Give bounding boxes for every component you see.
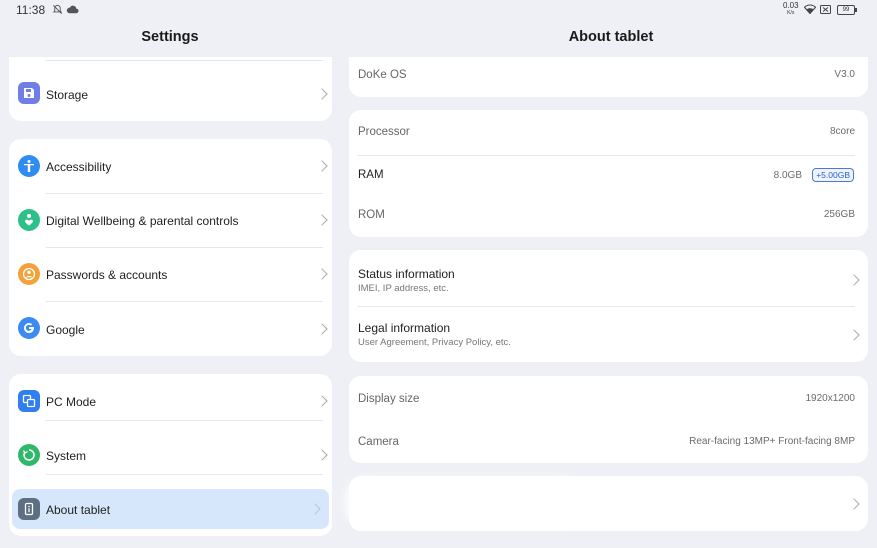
status-information-title: Status information: [358, 267, 455, 281]
chevron-right-icon: [316, 268, 328, 280]
sidebar-item-label: Passwords & accounts: [46, 268, 168, 282]
os-value: V3.0: [834, 69, 855, 80]
display-size-value: 1920x1200: [805, 393, 856, 404]
chevron-right-icon: [848, 329, 860, 341]
legal-information-title: Legal information: [358, 321, 451, 335]
settings-title: Settings: [141, 29, 199, 45]
chevron-right-icon: [848, 274, 860, 286]
ram-row: RAM 8.0GB +5.00GB: [349, 155, 868, 197]
display-size-row: Display size 1920x1200: [349, 376, 868, 420]
pc-mode-icon: [18, 390, 40, 412]
ram-expansion-badge[interactable]: +5.00GB: [812, 168, 854, 182]
about-tablet-icon: [18, 498, 40, 520]
status-time: 11:38: [16, 3, 46, 17]
redaction-overlay: [345, 478, 585, 526]
rom-row: ROM 256GB: [349, 197, 868, 237]
processor-row: Processor 8core: [349, 110, 868, 155]
storage-icon: [18, 82, 40, 104]
sidebar-item-label: PC Mode: [46, 395, 97, 409]
hardware-card: Processor 8core RAM 8.0GB +5.00GB ROM 25…: [349, 110, 868, 237]
notifications-off-icon: [52, 4, 63, 14]
cloud-icon: [66, 5, 79, 14]
rom-label: ROM: [358, 209, 385, 221]
chevron-right-icon: [316, 449, 328, 461]
chevron-right-icon: [848, 498, 860, 510]
sidebar-item-label: Digital Wellbeing & parental controls: [46, 214, 239, 228]
settings-group-storage: Storage: [9, 57, 332, 121]
sidebar-item-digital-wellbeing[interactable]: Digital Wellbeing & parental controls: [9, 193, 332, 247]
ram-value: 8.0GB: [773, 170, 802, 181]
os-label: DoKe OS: [358, 69, 407, 81]
sidebar-item-label: About tablet: [46, 503, 111, 517]
display-size-label: Display size: [358, 393, 420, 405]
camera-row: Camera Rear-facing 13MP+ Front-facing 8M…: [349, 420, 868, 463]
display-card: Display size 1920x1200 Camera Rear-facin…: [349, 376, 868, 463]
divider: [46, 474, 323, 475]
battery-icon: 99: [837, 5, 857, 15]
sidebar-item-google[interactable]: Google: [9, 301, 332, 356]
chevron-right-icon: [316, 88, 328, 100]
camera-value: Rear-facing 13MP+ Front-facing 8MP: [689, 436, 855, 447]
network-speed: 0.03 K/s: [783, 1, 799, 17]
camera-label: Camera: [358, 436, 399, 448]
chevron-right-icon: [316, 160, 328, 172]
ram-label: RAM: [358, 169, 384, 181]
settings-group-system: PC Mode System About tablet: [9, 374, 332, 536]
settings-group-personal: Accessibility Digital Wellbeing & parent…: [9, 139, 332, 356]
sidebar-item-accessibility[interactable]: Accessibility: [9, 139, 332, 193]
divider: [46, 60, 323, 61]
legal-information-subtitle: User Agreement, Privacy Policy, etc.: [358, 337, 511, 348]
sidebar-item-label: Google: [46, 323, 85, 337]
rom-value: 256GB: [823, 209, 855, 220]
chevron-right-icon: [316, 214, 328, 226]
processor-value: 8core: [829, 126, 855, 137]
info-card: Status information IMEI, IP address, etc…: [349, 250, 868, 362]
accessibility-icon: [18, 155, 40, 177]
sidebar-item-about-tablet[interactable]: About tablet: [12, 489, 329, 529]
chevron-right-icon: [309, 503, 321, 515]
google-icon: [18, 317, 40, 339]
status-information-subtitle: IMEI, IP address, etc.: [358, 283, 449, 294]
about-tablet-title: About tablet: [568, 29, 654, 45]
divider: [46, 420, 323, 421]
passwords-icon: [18, 263, 40, 285]
status-information-row[interactable]: Status information IMEI, IP address, etc…: [349, 250, 868, 306]
sidebar-item-storage[interactable]: Storage: [9, 71, 332, 115]
chevron-right-icon: [316, 323, 328, 335]
sidebar-item-label: Accessibility: [46, 160, 112, 174]
processor-label: Processor: [358, 126, 410, 138]
sidebar-item-passwords-accounts[interactable]: Passwords & accounts: [9, 247, 332, 301]
system-icon: [18, 444, 40, 466]
wifi-icon: [804, 4, 816, 14]
sidebar-item-label: System: [46, 449, 87, 463]
legal-information-row[interactable]: Legal information User Agreement, Privac…: [349, 306, 868, 362]
sim-card-icon: [820, 5, 831, 14]
wellbeing-icon: [18, 209, 40, 231]
os-card: DoKe OS V3.0: [349, 57, 868, 97]
sidebar-item-label: Storage: [46, 88, 89, 102]
status-bar: 11:38 0.03 K/s 99: [0, 0, 877, 22]
chevron-right-icon: [316, 395, 328, 407]
